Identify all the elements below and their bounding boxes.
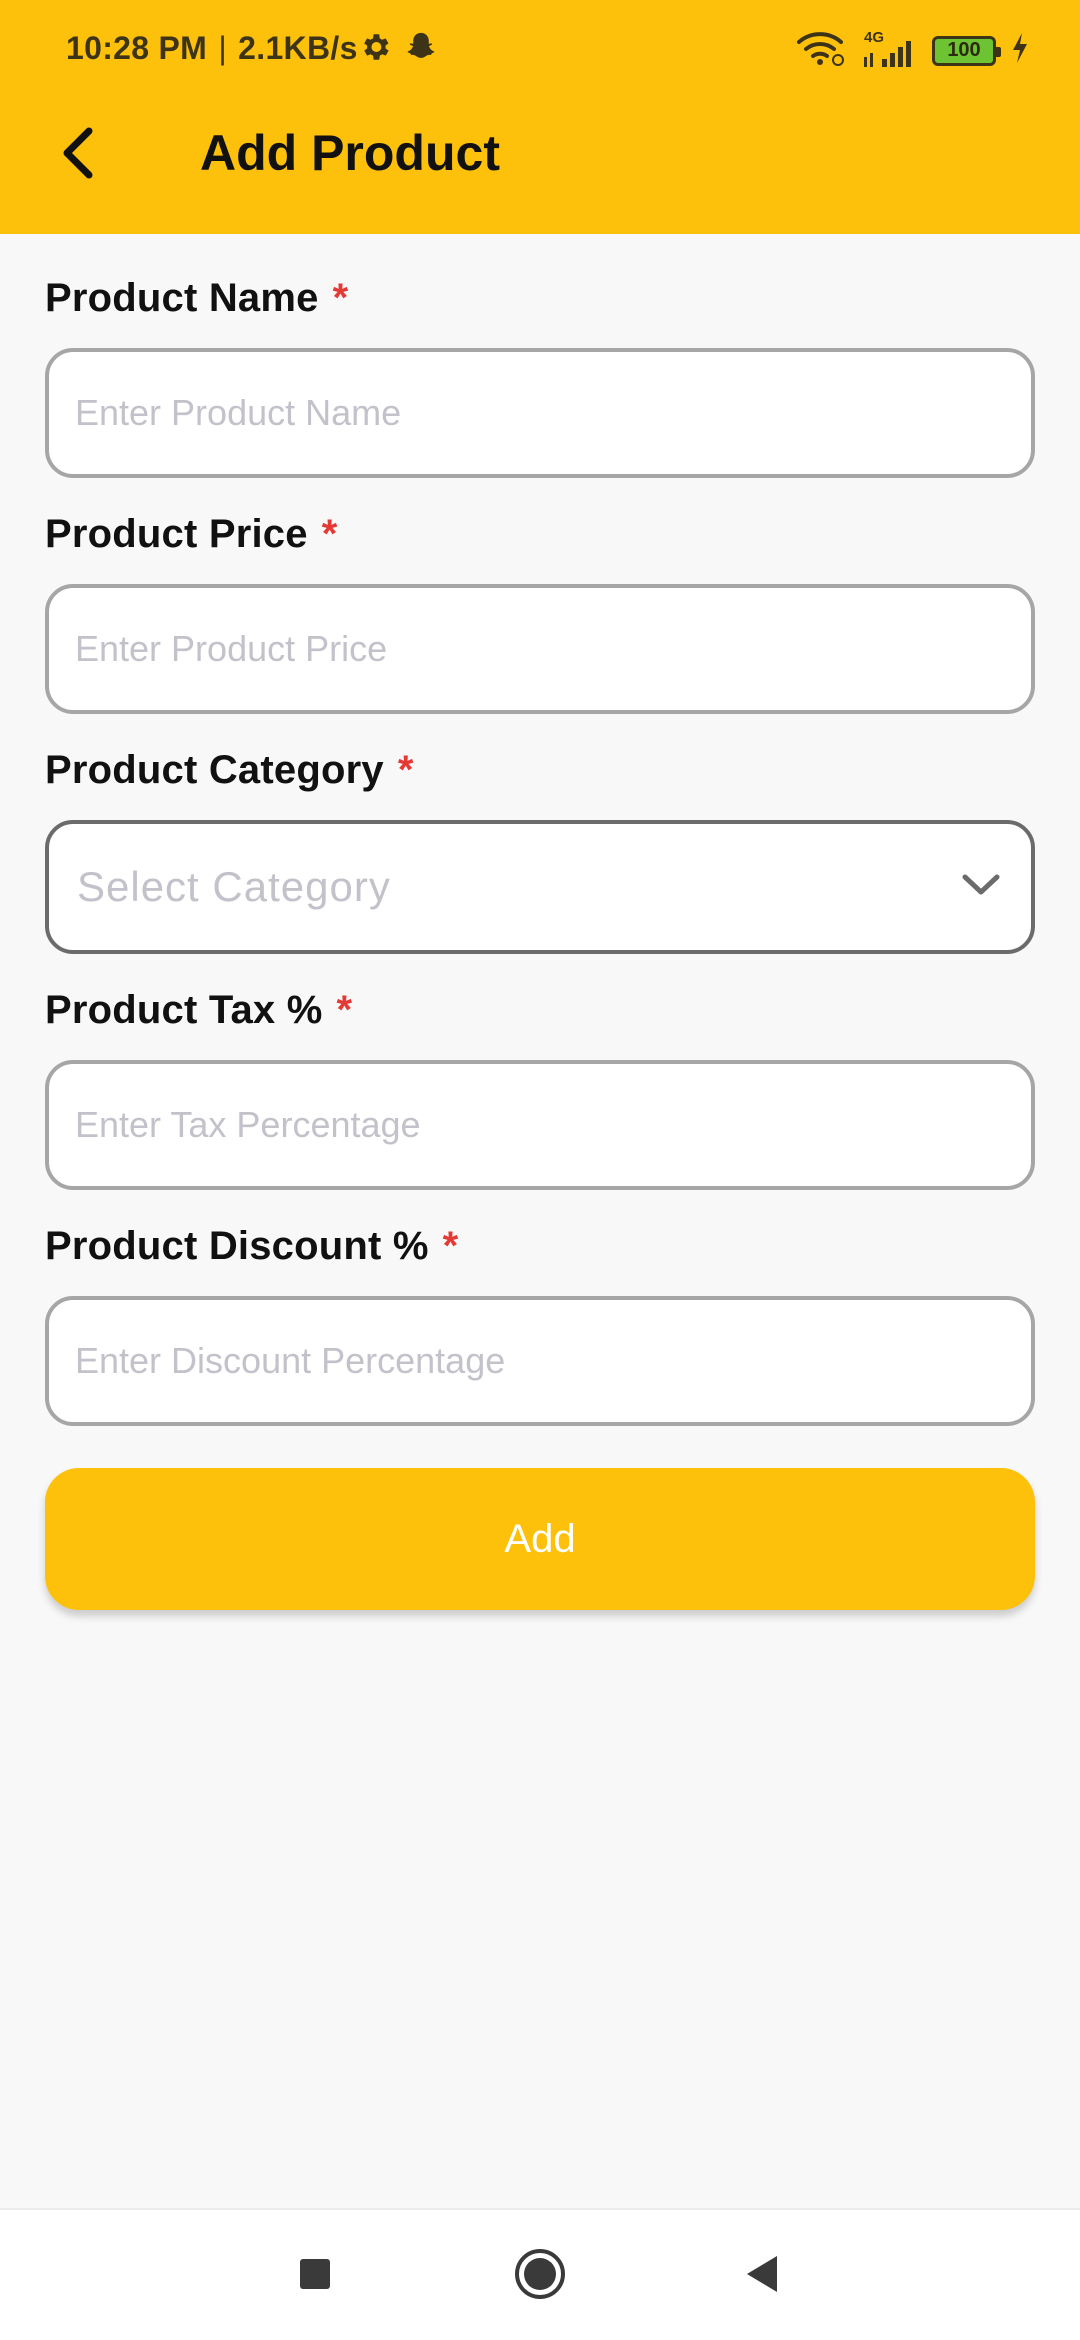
- label-text: Product Price: [45, 512, 308, 556]
- product-price-input[interactable]: [75, 628, 1005, 670]
- label-text: Product Category: [45, 748, 384, 792]
- battery-icon: 100: [932, 35, 1001, 66]
- status-bar-time: 10:28 PM | 2.1KB/s: [66, 30, 358, 67]
- product-price-label: Product Price *: [45, 506, 1035, 562]
- product-discount-field[interactable]: [45, 1296, 1035, 1426]
- network-speed: 2.1KB/s: [238, 30, 358, 66]
- chevron-left-icon: [57, 125, 101, 186]
- home-icon: [513, 2247, 567, 2306]
- signal-icon: 4G: [860, 29, 918, 71]
- product-tax-field[interactable]: [45, 1060, 1035, 1190]
- product-tax-input[interactable]: [75, 1104, 1005, 1146]
- recent-apps-icon: [298, 2257, 332, 2296]
- category-selected-value: Select Category: [77, 863, 391, 910]
- product-category-select[interactable]: Select Category: [45, 820, 1035, 954]
- chevron-down-icon: [961, 872, 1001, 903]
- wifi-icon: [796, 30, 846, 71]
- back-icon: [743, 2253, 781, 2300]
- header: 10:28 PM | 2.1KB/s 4G 100 Add Product: [0, 0, 1080, 234]
- home-button[interactable]: [500, 2236, 580, 2316]
- settings-icon: [358, 30, 392, 69]
- status-separator: |: [218, 30, 227, 66]
- clock-text: 10:28 PM: [66, 30, 208, 66]
- product-name-label: Product Name *: [45, 270, 1035, 326]
- product-tax-label: Product Tax % *: [45, 982, 1035, 1038]
- app-screen: 10:28 PM | 2.1KB/s 4G 100 Add Product Pr…: [0, 0, 1080, 2340]
- charging-icon: [1010, 31, 1030, 70]
- product-name-field[interactable]: [45, 348, 1035, 478]
- required-marker: *: [442, 1224, 459, 1268]
- required-marker: *: [397, 748, 414, 792]
- battery-level: 100: [947, 39, 981, 61]
- add-product-form: Product Name * Product Price * Product Cat…: [45, 270, 1035, 1454]
- required-marker: *: [336, 988, 353, 1032]
- product-category-label: Product Category *: [45, 742, 1035, 798]
- system-nav-bar: [0, 2208, 1080, 2340]
- label-text: Product Discount %: [45, 1224, 429, 1268]
- label-text: Product Tax %: [45, 988, 323, 1032]
- product-name-input[interactable]: [75, 392, 1005, 434]
- status-system-icons: 4G 100: [796, 29, 1030, 71]
- label-text: Product Name: [45, 276, 319, 320]
- required-marker: *: [332, 276, 349, 320]
- snapchat-icon: [404, 30, 438, 69]
- back-button[interactable]: [44, 120, 114, 190]
- product-discount-input[interactable]: [75, 1340, 1005, 1382]
- nav-back-button[interactable]: [722, 2236, 802, 2316]
- page-title: Add Product: [200, 125, 500, 181]
- product-discount-label: Product Discount % *: [45, 1218, 1035, 1274]
- status-notification-icons: [358, 30, 438, 69]
- add-button[interactable]: Add: [45, 1468, 1035, 1610]
- recent-apps-button[interactable]: [275, 2236, 355, 2316]
- product-price-field[interactable]: [45, 584, 1035, 714]
- required-marker: *: [321, 512, 338, 556]
